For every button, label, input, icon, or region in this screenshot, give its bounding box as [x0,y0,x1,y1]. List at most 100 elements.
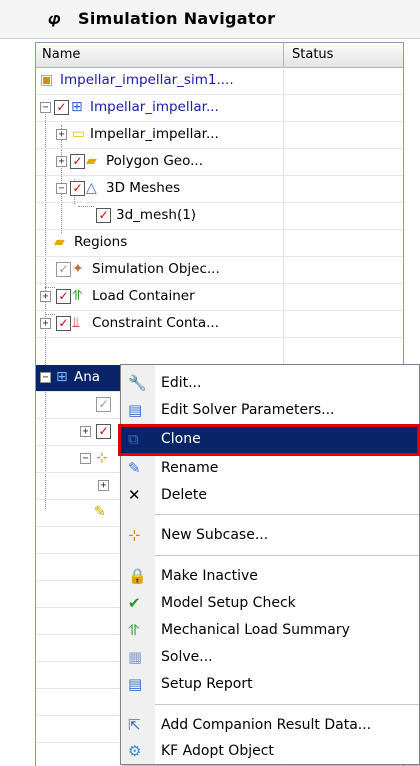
menu-label: Make Inactive [161,568,258,584]
menu-label: Edit... [161,375,202,391]
tree-label: 3D Meshes [106,180,181,196]
checkbox-checked[interactable]: ✓ [56,289,71,304]
solve-icon: ▦ [128,648,143,666]
tree-label: Polygon Geo... [106,153,203,169]
menu-item-kf-adopt[interactable]: ⚙ KF Adopt Object [121,739,419,765]
adopt-object-icon: ⚙ [128,742,142,760]
tree-row-load-container[interactable]: + ✓ ⥣ Load Container [36,284,403,311]
collapse-icon[interactable]: − [80,453,91,464]
menu-item-rename[interactable]: ✎ Rename [121,456,419,482]
collapse-icon[interactable]: − [40,102,51,113]
menu-item-add-companion[interactable]: ⇱ Add Companion Result Data... [121,713,419,739]
checkbox-disabled[interactable]: ✓ [56,262,71,277]
menu-item-make-inactive[interactable]: 🔒 Make Inactive [121,564,419,590]
menu-item-edit-solver[interactable]: ▤ Edit Solver Parameters... [121,398,419,424]
solver-parameters-icon: ▤ [128,401,143,419]
menu-separator [155,704,419,705]
expand-icon[interactable]: + [80,426,91,437]
folder-icon: ▰ [86,153,97,169]
sim-object-icon: ✦ [72,261,84,277]
column-status[interactable]: Status [292,47,333,62]
collapse-icon[interactable]: − [56,183,67,194]
tree-row-meshes[interactable]: − ✓ △ 3D Meshes [36,176,403,203]
menu-label: Clone [161,431,201,447]
tree-row-regions[interactable]: ▰ Regions [36,230,403,257]
menu-label: Solve... [161,649,213,665]
panel-title: Simulation Navigator [78,9,276,28]
checkbox-checked[interactable]: ✓ [96,424,111,439]
column-header: Name Status [36,43,403,68]
menu-label: KF Adopt Object [161,743,274,759]
menu-label: Rename [161,460,219,476]
expand-icon[interactable]: + [98,480,109,491]
menu-label: Mechanical Load Summary [161,622,350,638]
menu-label: Delete [161,487,207,503]
tree-label: Impellar_impellar_sim1.... [60,72,234,88]
context-menu[interactable]: 🔧 Edit... ▤ Edit Solver Parameters... ⧉ … [120,364,420,765]
menu-item-setup-report[interactable]: ▤ Setup Report [121,672,419,698]
tree-row-polygon[interactable]: + ✓ ▰ Polygon Geo... [36,149,403,176]
menu-label: Model Setup Check [161,595,296,611]
menu-item-mech-load-summary[interactable]: ⥣ Mechanical Load Summary [121,618,419,644]
companion-result-icon: ⇱ [128,716,141,734]
menu-label: Add Companion Result Data... [161,717,372,733]
tree-label: Ana [74,369,101,385]
menu-label: Edit Solver Parameters... [161,402,335,418]
tree-label: Load Container [92,288,195,304]
report-icon: ▤ [128,675,143,693]
navigator-title-bar: 𝝋 Simulation Navigator [0,0,420,39]
navigator-icon: 𝝋 [48,9,61,28]
subcase-icon: ⊹ [128,526,141,544]
collapse-icon[interactable]: − [40,372,51,383]
mesh-icon: △ [86,180,97,196]
tree-label: 3d_mesh(1) [116,207,197,223]
tree-label: Impellar_impellar... [90,99,219,115]
part-icon: ▭ [72,126,86,142]
menu-item-solve[interactable]: ▦ Solve... [121,645,419,671]
folder-icon: ▰ [54,234,65,250]
menu-item-clone[interactable]: ⧉ Clone [121,427,419,453]
menu-separator [155,555,419,556]
checkbox-checked[interactable]: ✓ [70,154,85,169]
sim-file-icon: ▣ [40,72,54,88]
tree-label: Simulation Objec... [92,261,220,277]
menu-item-model-setup-check[interactable]: ✔ Model Setup Check [121,591,419,617]
check-icon: ✔ [128,594,141,612]
tree-row-mesh[interactable]: ✓ 3d_mesh(1) [36,203,403,230]
menu-item-delete[interactable]: ✕ Delete [121,483,419,509]
menu-separator [155,514,419,515]
tree-row-sim-objects[interactable]: ✓ ✦ Simulation Objec... [36,257,403,284]
checkbox-checked[interactable]: ✓ [56,316,71,331]
subcase-icon: ⊹ [96,450,108,466]
tree-label: Constraint Conta... [92,315,219,331]
load-icon: ⥣ [72,288,83,304]
checkbox-checked[interactable]: ✓ [96,208,111,223]
menu-item-new-subcase[interactable]: ⊹ New Subcase... [121,523,419,549]
tree-row-root[interactable]: ▣ Impellar_impellar_sim1.... [36,68,403,95]
tree-label: Impellar_impellar... [90,126,219,142]
tree-row-constraint-container[interactable]: + ✓ ⫫ Constraint Conta... [36,311,403,338]
wrench-icon: 🔧 [128,374,147,392]
solution-icon: ⊞ [56,369,68,385]
delete-icon: ✕ [128,486,141,504]
checkbox-checked[interactable]: ✓ [54,100,69,115]
checkbox-disabled[interactable]: ✓ [96,397,111,412]
menu-item-edit[interactable]: 🔧 Edit... [121,371,419,397]
expand-icon[interactable]: + [56,156,67,167]
clone-icon: ⧉ [128,430,139,448]
tree-label: Regions [74,234,128,250]
tree-row-prt[interactable]: + ▭ Impellar_impellar... [36,122,403,149]
results-icon: ✎ [94,504,106,520]
load-summary-icon: ⥣ [128,621,139,639]
fem-icon: ⊞ [71,99,83,115]
tree-row-fem[interactable]: − ✓ ⊞ Impellar_impellar... [36,95,403,122]
checkbox-checked[interactable]: ✓ [70,181,85,196]
lock-icon: 🔒 [128,567,147,585]
expand-icon[interactable]: + [40,291,51,302]
rename-icon: ✎ [128,459,141,477]
column-divider[interactable] [283,43,284,67]
menu-label: Setup Report [161,676,253,692]
expand-icon[interactable]: + [56,129,67,140]
expand-icon[interactable]: + [40,318,51,329]
column-name[interactable]: Name [42,47,80,62]
